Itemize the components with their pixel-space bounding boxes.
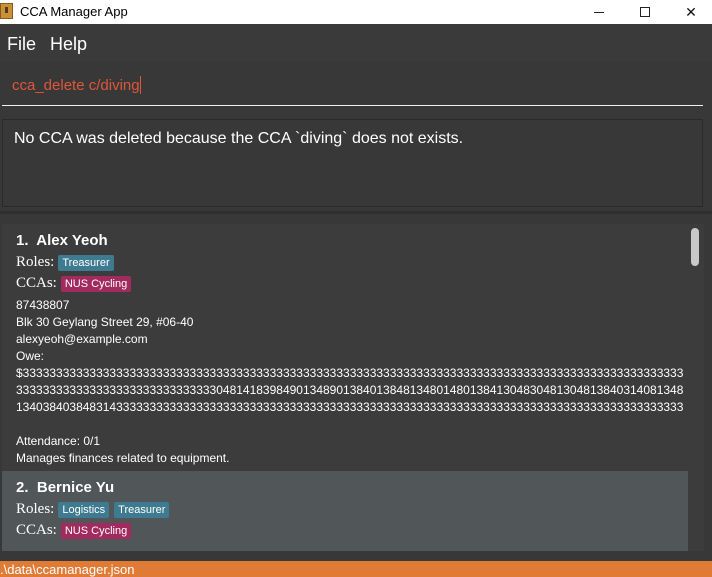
maximize-button[interactable] (622, 0, 668, 24)
menu-bar: File Help (0, 24, 712, 62)
ccas-row: CCAs: NUS Cycling (16, 522, 136, 539)
ccas-label: CCAs: (16, 275, 57, 291)
command-text: cca_delete c/diving (12, 77, 140, 94)
menu-file[interactable]: File (7, 34, 36, 55)
person-list[interactable]: 1. Alex Yeoh Roles: Treasurer CCAs: NUS … (0, 214, 712, 551)
cca-tag: NUS Cycling (60, 275, 132, 292)
status-bar: .\data\ccamanager.json (0, 561, 712, 577)
role-tag: Treasurer (58, 254, 114, 271)
command-input[interactable]: cca_delete c/diving (2, 66, 703, 106)
close-icon: ✕ (685, 3, 697, 20)
role-tag: Logistics (58, 501, 110, 518)
minimize-icon (594, 11, 604, 13)
roles-label: Roles: (16, 501, 55, 517)
person-name: 1. Alex Yeoh (16, 232, 108, 249)
app-icon (0, 3, 13, 19)
address: Blk 30 Geylang Street 29, #06-40 (16, 315, 194, 329)
role-tag: Treasurer (114, 501, 170, 518)
maximize-icon (640, 7, 650, 17)
text-caret (139, 76, 141, 94)
email: alexyeoh@example.com (16, 332, 148, 346)
result-display[interactable]: No CCA was deleted because the CCA `divi… (2, 119, 703, 207)
window-title: CCA Manager App (20, 4, 128, 19)
roles-row: Roles: Logistics Treasurer (16, 501, 174, 518)
owe-value: $333333333333333333333333333333333333333… (16, 366, 684, 414)
scrollbar-thumb[interactable] (691, 228, 699, 266)
ccas-row: CCAs: NUS Cycling (16, 275, 136, 292)
ccas-label: CCAs: (16, 522, 57, 538)
command-area: cca_delete c/diving (0, 62, 712, 114)
cca-tag: NUS Cycling (60, 522, 132, 539)
result-message: No CCA was deleted because the CCA `divi… (14, 130, 464, 147)
person-card[interactable]: 1. Alex Yeoh Roles: Treasurer CCAs: NUS … (2, 224, 688, 471)
roles-label: Roles: (16, 254, 55, 270)
roles-row: Roles: Treasurer (16, 254, 119, 271)
remark: Manages finances related to equipment. (16, 451, 230, 465)
menu-help[interactable]: Help (50, 34, 87, 55)
attendance: Attendance: 0/1 (16, 434, 101, 448)
close-button[interactable]: ✕ (668, 0, 712, 24)
save-location: .\data\ccamanager.json (0, 562, 135, 577)
owe-label: Owe: (16, 349, 45, 363)
person-name: 2. Bernice Yu (16, 479, 115, 496)
vertical-scrollbar[interactable] (688, 224, 704, 551)
person-card[interactable]: 2. Bernice Yu Roles: Logistics Treasurer… (2, 471, 688, 551)
phone: 87438807 (16, 298, 70, 312)
minimize-button[interactable] (576, 0, 622, 24)
title-bar: CCA Manager App ✕ (0, 0, 712, 24)
